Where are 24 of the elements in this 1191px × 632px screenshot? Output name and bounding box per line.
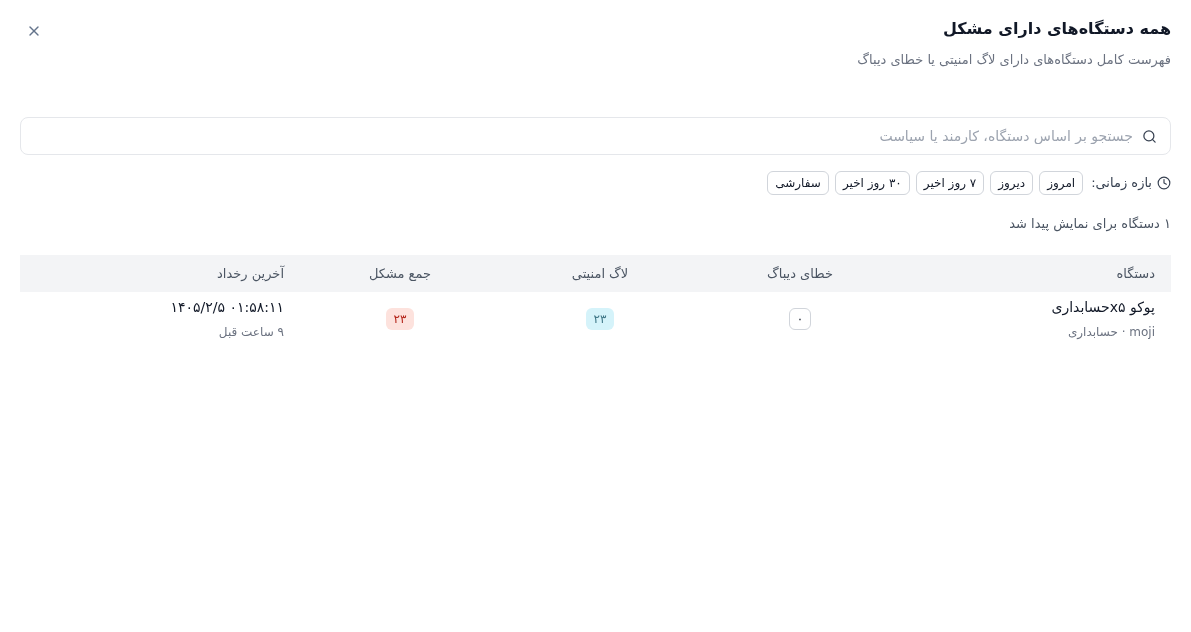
clock-icon — [1157, 176, 1171, 190]
time-range-chip[interactable]: دیروز — [990, 171, 1034, 195]
device-name: پوکو x۵حسابداری — [1051, 298, 1155, 317]
security-log-count-badge: ۲۳ — [585, 307, 615, 330]
debug-error-count-badge: ۰ — [789, 307, 811, 330]
search-icon — [1142, 129, 1157, 144]
device-details: moji · حسابداری — [1067, 324, 1155, 340]
time-range-label: بازه زمانی: — [1091, 174, 1152, 193]
time-range-chip[interactable]: سفارشی — [767, 171, 829, 195]
total-issue-count-badge: ۲۳ — [385, 307, 415, 330]
column-header: لاگ امنیتی — [571, 264, 629, 283]
time-range-chip[interactable]: ۳۰ روز اخیر — [834, 171, 910, 195]
column-header: خطای دیباگ — [767, 264, 833, 283]
column-header: دستگاه — [1116, 264, 1155, 283]
dialog-title: همه دستگاه‌های دارای مشکل — [942, 18, 1171, 40]
last-event-relative: ۹ ساعت قبل — [218, 324, 284, 340]
dialog-subtitle: فهرست کامل دستگاه‌های دارای لاگ امنیتی یا خطای دیباگ — [857, 51, 1171, 70]
last-event-time: ۱۴۰۵/۲/۵ ۰۱:۵۸:۱۱ — [170, 298, 284, 317]
column-header: آخرین رخداد — [217, 264, 284, 284]
search-field[interactable]: جستجو بر اساس دستگاه، کارمند یا سیاست — [20, 117, 1171, 155]
time-range-chip[interactable]: امروز — [1039, 171, 1084, 195]
column-header: جمع مشکل — [368, 264, 432, 283]
result-count: ۱ دستگاه برای نمایش پیدا شد — [1009, 215, 1171, 234]
time-range-chip[interactable]: ۷ روز اخیر — [915, 171, 985, 195]
